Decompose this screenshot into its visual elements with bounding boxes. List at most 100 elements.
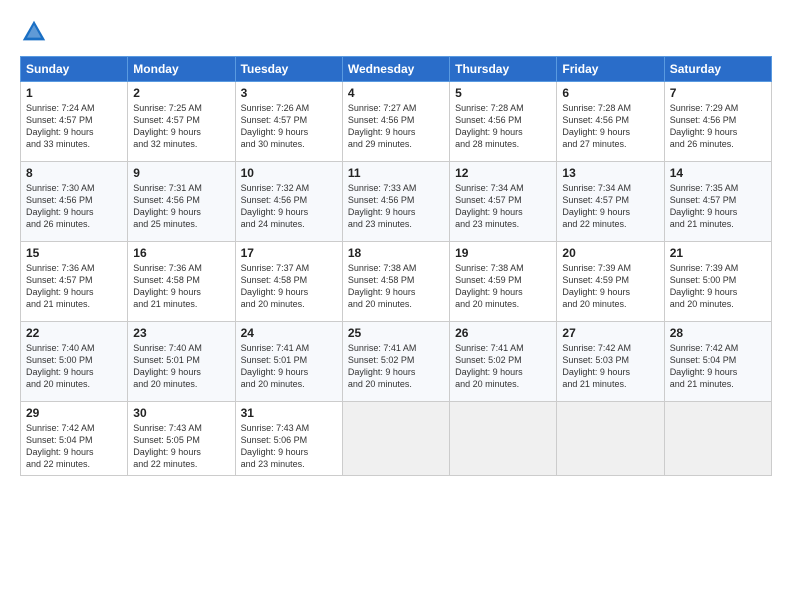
day-number: 16 [133, 246, 229, 260]
day-number: 25 [348, 326, 444, 340]
calendar-cell: 16 Sunrise: 7:36 AM Sunset: 4:58 PM Dayli… [128, 242, 235, 322]
calendar-cell: 23 Sunrise: 7:40 AM Sunset: 5:01 PM Dayli… [128, 322, 235, 402]
calendar-cell: 13 Sunrise: 7:34 AM Sunset: 4:57 PM Dayli… [557, 162, 664, 242]
day-info: Sunrise: 7:43 AM Sunset: 5:05 PM Dayligh… [133, 422, 229, 471]
day-number: 17 [241, 246, 337, 260]
day-info: Sunrise: 7:42 AM Sunset: 5:03 PM Dayligh… [562, 342, 658, 391]
day-header-thursday: Thursday [450, 57, 557, 82]
calendar-cell: 12 Sunrise: 7:34 AM Sunset: 4:57 PM Dayli… [450, 162, 557, 242]
calendar-cell: 20Sunrise: 7:39 AM Sunset: 4:59 PM Dayli… [557, 242, 664, 322]
calendar-cell: 8 Sunrise: 7:30 AM Sunset: 4:56 PM Daylig… [21, 162, 128, 242]
day-number: 9 [133, 166, 229, 180]
day-number: 2 [133, 86, 229, 100]
calendar-cell: 9 Sunrise: 7:31 AM Sunset: 4:56 PM Daylig… [128, 162, 235, 242]
day-number: 24 [241, 326, 337, 340]
calendar-cell [664, 402, 771, 476]
day-number: 3 [241, 86, 337, 100]
day-info: Sunrise: 7:32 AM Sunset: 4:56 PM Dayligh… [241, 182, 337, 231]
page: SundayMondayTuesdayWednesdayThursdayFrid… [0, 0, 792, 486]
logo [20, 18, 52, 46]
day-info: Sunrise: 7:36 AM Sunset: 4:57 PM Dayligh… [26, 262, 122, 311]
day-number: 10 [241, 166, 337, 180]
day-info: Sunrise: 7:37 AM Sunset: 4:58 PM Dayligh… [241, 262, 337, 311]
calendar-table: SundayMondayTuesdayWednesdayThursdayFrid… [20, 56, 772, 476]
day-number: 21 [670, 246, 766, 260]
calendar-cell: 7 Sunrise: 7:29 AM Sunset: 4:56 PM Daylig… [664, 82, 771, 162]
calendar-cell: 6 Sunrise: 7:28 AM Sunset: 4:56 PM Daylig… [557, 82, 664, 162]
day-number: 1 [26, 86, 122, 100]
day-info: Sunrise: 7:28 AM Sunset: 4:56 PM Dayligh… [562, 102, 658, 151]
calendar-cell: 11Sunrise: 7:33 AM Sunset: 4:56 PM Dayli… [342, 162, 449, 242]
calendar-cell: 4 Sunrise: 7:27 AM Sunset: 4:56 PM Daylig… [342, 82, 449, 162]
day-info: Sunrise: 7:25 AM Sunset: 4:57 PM Dayligh… [133, 102, 229, 151]
day-number: 8 [26, 166, 122, 180]
day-number: 14 [670, 166, 766, 180]
day-info: Sunrise: 7:42 AM Sunset: 5:04 PM Dayligh… [670, 342, 766, 391]
calendar-cell [557, 402, 664, 476]
day-number: 4 [348, 86, 444, 100]
day-number: 7 [670, 86, 766, 100]
day-info: Sunrise: 7:26 AM Sunset: 4:57 PM Dayligh… [241, 102, 337, 151]
day-number: 29 [26, 406, 122, 420]
calendar-cell: 31 Sunrise: 7:43 AM Sunset: 5:06 PM Dayli… [235, 402, 342, 476]
day-info: Sunrise: 7:30 AM Sunset: 4:56 PM Dayligh… [26, 182, 122, 231]
day-number: 19 [455, 246, 551, 260]
day-info: Sunrise: 7:36 AM Sunset: 4:58 PM Dayligh… [133, 262, 229, 311]
day-header-monday: Monday [128, 57, 235, 82]
calendar-cell: 26 Sunrise: 7:41 AM Sunset: 5:02 PM Dayli… [450, 322, 557, 402]
calendar-cell: 29 Sunrise: 7:42 AM Sunset: 5:04 PM Dayli… [21, 402, 128, 476]
calendar-cell [342, 402, 449, 476]
calendar-cell: 5Sunrise: 7:28 AM Sunset: 4:56 PM Daylig… [450, 82, 557, 162]
calendar-cell: 28 Sunrise: 7:42 AM Sunset: 5:04 PM Dayli… [664, 322, 771, 402]
calendar-cell: 25 Sunrise: 7:41 AM Sunset: 5:02 PM Dayli… [342, 322, 449, 402]
header-row: SundayMondayTuesdayWednesdayThursdayFrid… [21, 57, 772, 82]
day-number: 26 [455, 326, 551, 340]
day-info: Sunrise: 7:41 AM Sunset: 5:02 PM Dayligh… [455, 342, 551, 391]
day-number: 31 [241, 406, 337, 420]
day-info: Sunrise: 7:34 AM Sunset: 4:57 PM Dayligh… [562, 182, 658, 231]
calendar-header: SundayMondayTuesdayWednesdayThursdayFrid… [21, 57, 772, 82]
day-header-sunday: Sunday [21, 57, 128, 82]
day-number: 13 [562, 166, 658, 180]
calendar-cell: 19 Sunrise: 7:38 AM Sunset: 4:59 PM Dayli… [450, 242, 557, 322]
calendar-cell: 21Sunrise: 7:39 AM Sunset: 5:00 PM Dayli… [664, 242, 771, 322]
day-number: 6 [562, 86, 658, 100]
day-info: Sunrise: 7:31 AM Sunset: 4:56 PM Dayligh… [133, 182, 229, 231]
header [20, 18, 772, 46]
day-info: Sunrise: 7:27 AM Sunset: 4:56 PM Dayligh… [348, 102, 444, 151]
day-number: 20 [562, 246, 658, 260]
day-info: Sunrise: 7:35 AM Sunset: 4:57 PM Dayligh… [670, 182, 766, 231]
day-info: Sunrise: 7:38 AM Sunset: 4:59 PM Dayligh… [455, 262, 551, 311]
day-number: 30 [133, 406, 229, 420]
day-number: 23 [133, 326, 229, 340]
day-header-saturday: Saturday [664, 57, 771, 82]
day-header-friday: Friday [557, 57, 664, 82]
day-number: 22 [26, 326, 122, 340]
calendar-cell [450, 402, 557, 476]
day-info: Sunrise: 7:33 AM Sunset: 4:56 PM Dayligh… [348, 182, 444, 231]
day-info: Sunrise: 7:38 AM Sunset: 4:58 PM Dayligh… [348, 262, 444, 311]
day-info: Sunrise: 7:43 AM Sunset: 5:06 PM Dayligh… [241, 422, 337, 471]
day-header-wednesday: Wednesday [342, 57, 449, 82]
day-info: Sunrise: 7:42 AM Sunset: 5:04 PM Dayligh… [26, 422, 122, 471]
day-number: 28 [670, 326, 766, 340]
day-number: 12 [455, 166, 551, 180]
calendar-cell: 3 Sunrise: 7:26 AM Sunset: 4:57 PM Daylig… [235, 82, 342, 162]
calendar-cell: 30 Sunrise: 7:43 AM Sunset: 5:05 PM Dayli… [128, 402, 235, 476]
day-info: Sunrise: 7:40 AM Sunset: 5:00 PM Dayligh… [26, 342, 122, 391]
calendar-cell: 17 Sunrise: 7:37 AM Sunset: 4:58 PM Dayli… [235, 242, 342, 322]
day-info: Sunrise: 7:29 AM Sunset: 4:56 PM Dayligh… [670, 102, 766, 151]
day-info: Sunrise: 7:41 AM Sunset: 5:02 PM Dayligh… [348, 342, 444, 391]
day-number: 18 [348, 246, 444, 260]
calendar-cell: 24Sunrise: 7:41 AM Sunset: 5:01 PM Dayli… [235, 322, 342, 402]
day-number: 27 [562, 326, 658, 340]
day-info: Sunrise: 7:24 AM Sunset: 4:57 PM Dayligh… [26, 102, 122, 151]
day-info: Sunrise: 7:28 AM Sunset: 4:56 PM Dayligh… [455, 102, 551, 151]
calendar-cell: 2 Sunrise: 7:25 AM Sunset: 4:57 PM Daylig… [128, 82, 235, 162]
day-info: Sunrise: 7:40 AM Sunset: 5:01 PM Dayligh… [133, 342, 229, 391]
day-info: Sunrise: 7:34 AM Sunset: 4:57 PM Dayligh… [455, 182, 551, 231]
calendar-cell: 1 Sunrise: 7:24 AM Sunset: 4:57 PM Daylig… [21, 82, 128, 162]
calendar-cell: 18 Sunrise: 7:38 AM Sunset: 4:58 PM Dayli… [342, 242, 449, 322]
calendar-cell: 15Sunrise: 7:36 AM Sunset: 4:57 PM Dayli… [21, 242, 128, 322]
logo-icon [20, 18, 48, 46]
